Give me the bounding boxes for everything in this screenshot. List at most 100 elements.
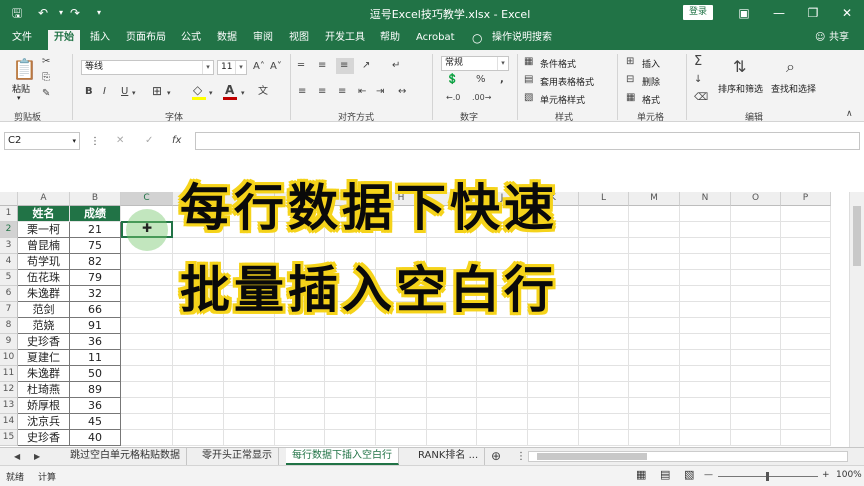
- tab-view[interactable]: 视图: [289, 30, 309, 50]
- grid-cell[interactable]: [427, 430, 477, 446]
- tab-insert[interactable]: 插入: [90, 30, 110, 50]
- grid-cell[interactable]: [680, 222, 731, 238]
- row-header[interactable]: 3: [0, 238, 18, 254]
- grid-cell[interactable]: [680, 286, 731, 302]
- row-header[interactable]: 1: [0, 206, 18, 222]
- tab-file[interactable]: 文件: [12, 30, 32, 50]
- find-select-button[interactable]: 查找和选择: [771, 82, 816, 95]
- column-header[interactable]: C: [121, 192, 173, 206]
- table-cell[interactable]: 40: [70, 430, 121, 446]
- table-cell[interactable]: 91: [70, 318, 121, 334]
- grid-cell[interactable]: [579, 350, 629, 366]
- column-header[interactable]: B: [70, 192, 121, 206]
- grid-cell[interactable]: [275, 334, 325, 350]
- column-header[interactable]: L: [579, 192, 629, 206]
- delete-cells-button[interactable]: 删除: [642, 75, 660, 88]
- grid-cell[interactable]: [528, 414, 579, 430]
- grid-cell[interactable]: [121, 382, 173, 398]
- grid-cell[interactable]: [680, 350, 731, 366]
- grid-cell[interactable]: [376, 366, 427, 382]
- table-cell[interactable]: 范剑: [18, 302, 70, 318]
- align-top-icon[interactable]: ═: [298, 60, 304, 72]
- align-middle-icon[interactable]: ≡: [318, 60, 326, 72]
- grid-cell[interactable]: [579, 398, 629, 414]
- customize-icon[interactable]: ▾: [90, 4, 108, 22]
- grid-cell[interactable]: [477, 350, 528, 366]
- find-select-icon[interactable]: ⌕: [786, 58, 795, 76]
- chevron-down-icon[interactable]: ▾: [167, 87, 171, 99]
- table-cell[interactable]: 66: [70, 302, 121, 318]
- sheet-tab[interactable]: 零开头正常显示: [196, 448, 279, 465]
- clear-icon[interactable]: ⌫: [694, 92, 708, 104]
- grid-cell[interactable]: [275, 398, 325, 414]
- grid-cell[interactable]: [275, 366, 325, 382]
- grid-cell[interactable]: [781, 286, 831, 302]
- fill-icon[interactable]: ↓: [694, 74, 702, 86]
- grid-cell[interactable]: [629, 222, 680, 238]
- grid-cell[interactable]: [680, 366, 731, 382]
- borders-icon[interactable]: ⊞: [152, 85, 162, 97]
- grid-cell[interactable]: [121, 350, 173, 366]
- autosum-icon[interactable]: Σ: [694, 55, 702, 68]
- tab-review[interactable]: 审阅: [253, 30, 273, 50]
- conditional-format-icon[interactable]: ▦: [524, 56, 533, 68]
- grid-cell[interactable]: [629, 318, 680, 334]
- grid-cell[interactable]: [325, 430, 376, 446]
- grid-cell[interactable]: [579, 206, 629, 222]
- grid-cell[interactable]: [629, 414, 680, 430]
- grid-cell[interactable]: [579, 254, 629, 270]
- grid-cell[interactable]: [781, 318, 831, 334]
- align-left-icon[interactable]: ≡: [298, 86, 306, 98]
- grid-cell[interactable]: [275, 382, 325, 398]
- grid-cell[interactable]: [680, 254, 731, 270]
- table-cell[interactable]: 夏建仁: [18, 350, 70, 366]
- table-header-cell[interactable]: 成绩: [70, 206, 121, 222]
- chevron-down-icon[interactable]: ▾: [235, 61, 246, 74]
- grid-cell[interactable]: [477, 366, 528, 382]
- conditional-format-button[interactable]: 条件格式: [540, 57, 576, 70]
- grid-cell[interactable]: [731, 382, 781, 398]
- bold-button[interactable]: B: [85, 86, 93, 98]
- table-cell[interactable]: 75: [70, 238, 121, 254]
- grid-cell[interactable]: [477, 414, 528, 430]
- fill-color-icon[interactable]: ◇: [193, 84, 202, 96]
- grid-cell[interactable]: [325, 398, 376, 414]
- table-cell[interactable]: 11: [70, 350, 121, 366]
- tab-developer[interactable]: 开发工具: [325, 30, 365, 50]
- underline-button[interactable]: U: [121, 86, 128, 98]
- grid-cell[interactable]: [680, 398, 731, 414]
- grid-cell[interactable]: [731, 238, 781, 254]
- grid-cell[interactable]: [325, 366, 376, 382]
- grid-cell[interactable]: [427, 382, 477, 398]
- grid-cell[interactable]: [224, 350, 275, 366]
- grid-cell[interactable]: [376, 398, 427, 414]
- grid-cell[interactable]: [224, 334, 275, 350]
- insert-function-button[interactable]: fx: [172, 135, 181, 147]
- row-header[interactable]: 15: [0, 430, 18, 446]
- increase-indent-icon[interactable]: ⇥: [376, 86, 384, 98]
- number-format-combo[interactable]: 常规 ▾: [441, 56, 509, 71]
- row-header[interactable]: 9: [0, 334, 18, 350]
- column-header[interactable]: A: [18, 192, 70, 206]
- grid-cell[interactable]: [680, 414, 731, 430]
- horizontal-scrollbar[interactable]: [528, 451, 848, 462]
- row-header[interactable]: 7: [0, 302, 18, 318]
- grid-cell[interactable]: [629, 286, 680, 302]
- sheet-tab[interactable]: RANK排名 ...: [412, 448, 486, 465]
- align-right-icon[interactable]: ≡: [338, 86, 346, 98]
- grid-cell[interactable]: [528, 366, 579, 382]
- grid-cell[interactable]: [731, 318, 781, 334]
- scroll-thumb[interactable]: [537, 453, 647, 460]
- grid-cell[interactable]: [121, 318, 173, 334]
- table-cell[interactable]: 史珍香: [18, 334, 70, 350]
- grid-cell[interactable]: [579, 286, 629, 302]
- grid-cell[interactable]: [224, 398, 275, 414]
- tab-help[interactable]: 帮助: [380, 30, 400, 50]
- row-header[interactable]: 12: [0, 382, 18, 398]
- sort-filter-icon[interactable]: ⇅: [733, 58, 746, 76]
- tab-page-layout[interactable]: 页面布局: [126, 30, 166, 50]
- grid-cell[interactable]: [121, 270, 173, 286]
- table-cell[interactable]: 范娆: [18, 318, 70, 334]
- table-cell[interactable]: 82: [70, 254, 121, 270]
- grid-cell[interactable]: [528, 398, 579, 414]
